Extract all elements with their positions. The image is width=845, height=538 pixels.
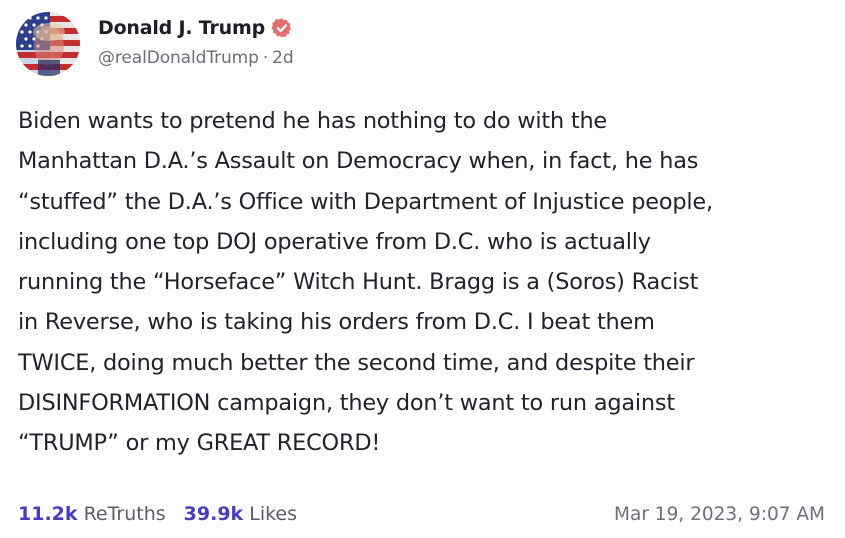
post-author: Donald J. Trump @realDonaldTrump · 2d [98,13,294,68]
post-body: Biden wants to pretend he has nothing to… [18,108,713,457]
retruths-label: ReTruths [83,503,166,525]
retruths-stat[interactable]: 11.2k ReTruths [18,503,166,525]
avatar[interactable] [16,12,80,76]
post-timestamp[interactable]: Mar 19, 2023, 9:07 AM [614,504,825,525]
post-footer: 11.2k ReTruths 39.9k Likes Mar 19, 2023,… [18,499,825,529]
author-display-name[interactable]: Donald J. Trump [98,17,265,39]
verified-badge-icon [271,18,292,38]
author-handle-row: @realDonaldTrump · 2d [98,48,294,68]
author-handle[interactable]: @realDonaldTrump [98,48,259,68]
likes-stat[interactable]: 39.9k Likes [184,503,297,525]
retruths-count: 11.2k [18,503,78,525]
likes-count: 39.9k [183,503,244,525]
handle-separator: · [262,48,269,68]
likes-label: Likes [249,503,298,525]
relative-time[interactable]: 2d [272,48,294,68]
truth-post: Donald J. Trump @realDonaldTrump · 2d Bide… [0,0,845,538]
